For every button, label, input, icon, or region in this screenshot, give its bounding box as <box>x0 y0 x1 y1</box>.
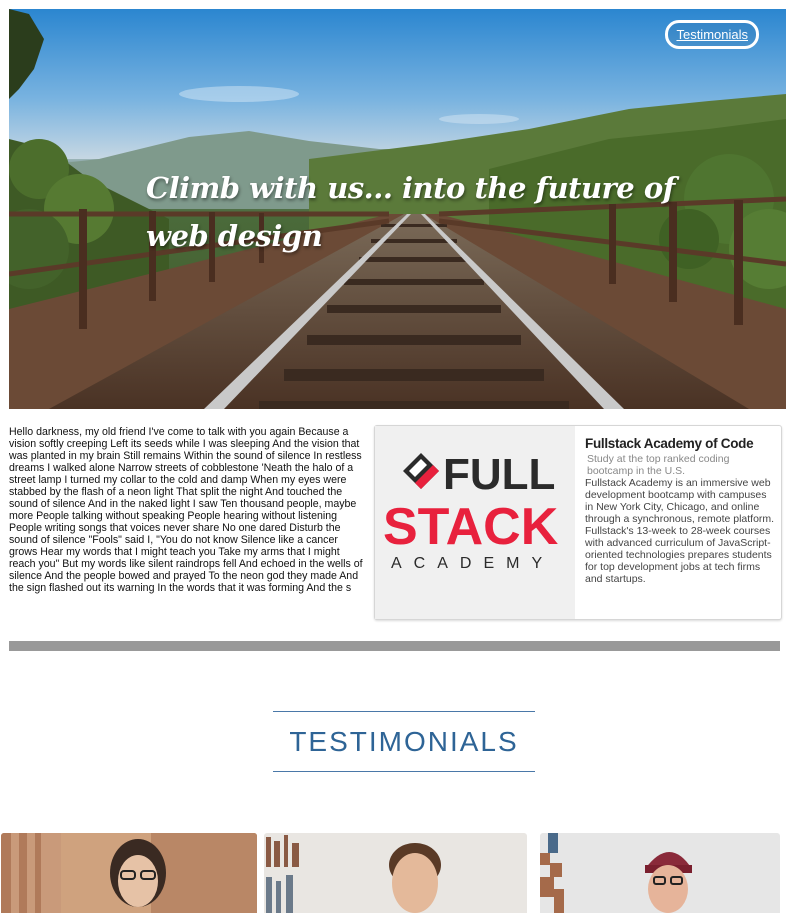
section-divider <box>9 641 780 651</box>
testimonial-photo-3 <box>540 833 780 913</box>
lyric-paragraph: Hello darkness, my old friend I've come … <box>9 426 363 594</box>
card-description: Fullstack Academy is an immersive web de… <box>585 477 775 585</box>
card-title: Fullstack Academy of Code <box>585 436 754 451</box>
fullstack-logo-graphic: FULL STACK ACADEMY <box>383 450 559 572</box>
testimonial-photo-2 <box>264 833 527 913</box>
logo-full-text: FULL <box>443 450 555 499</box>
card-subtitle: Study at the top ranked coding bootcamp … <box>587 453 730 477</box>
hero-title: Climb with us... into the future of web … <box>146 171 675 253</box>
woman-glasses-photo <box>1 833 257 913</box>
man-smiling-photo <box>264 833 527 913</box>
logo-academy-text: ACADEMY <box>391 555 554 572</box>
woman-beanie-photo <box>540 833 780 913</box>
logo-stack-text: STACK <box>383 498 559 556</box>
testimonials-heading: TESTIMONIALS <box>273 711 535 772</box>
testimonial-photo-1 <box>1 833 257 913</box>
testimonials-nav-button[interactable]: Testimonials <box>665 20 759 49</box>
fullstack-logo: FULL STACK ACADEMY <box>375 426 575 619</box>
card-body: Fullstack Academy of Code Study at the t… <box>585 436 775 585</box>
hero-banner: Testimonials Climb with us... into the f… <box>9 9 786 409</box>
fullstack-card[interactable]: FULL STACK ACADEMY Fullstack Academy of … <box>374 425 782 620</box>
